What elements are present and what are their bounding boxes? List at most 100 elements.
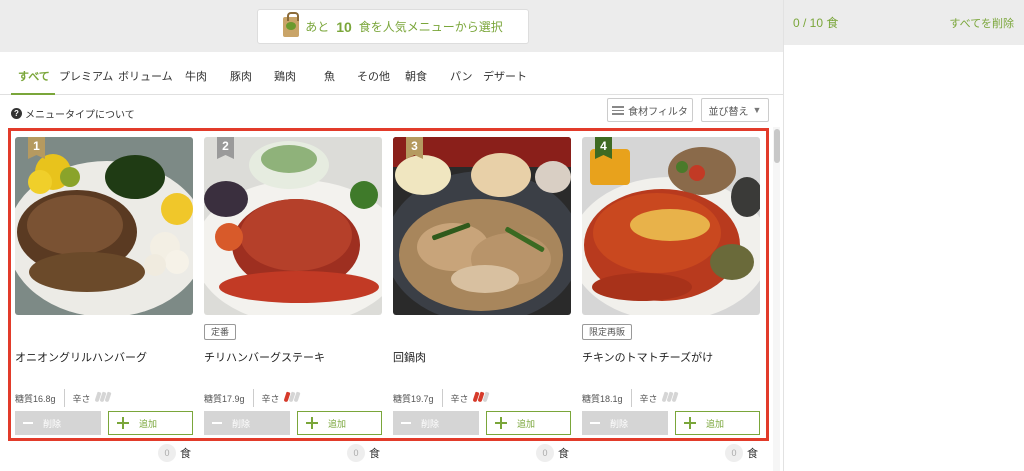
minus-icon xyxy=(590,422,600,424)
clear-all-button[interactable]: すべてを削除 xyxy=(949,15,1014,31)
spice-chili-icons xyxy=(472,391,489,404)
add-button[interactable]: 追加 xyxy=(675,411,760,435)
menu-type-help-label: メニュータイプについて xyxy=(25,110,135,121)
tab-other[interactable]: その他 xyxy=(357,68,390,84)
banner-suffix: 食を人気メニューから選択 xyxy=(358,20,503,34)
quantity-value: 0 xyxy=(536,444,554,462)
sort-label: 並び替え xyxy=(708,106,749,118)
quantity-counter: 0 食 xyxy=(158,444,191,462)
tab-breakfast[interactable]: 朝食 xyxy=(405,68,427,84)
delete-label: 削除 xyxy=(43,418,62,429)
meal-name: 回鍋肉 xyxy=(393,352,426,364)
meal-name: オニオングリルハンバーグ xyxy=(15,352,147,364)
meal-photo[interactable]: 2 xyxy=(204,137,382,315)
quantity-controls: 削除 追加 xyxy=(393,411,571,435)
delete-button[interactable]: 削除 xyxy=(393,411,479,435)
scrollbar-thumb[interactable] xyxy=(774,129,780,163)
delete-button[interactable]: 削除 xyxy=(204,411,290,435)
cart-header: 0 / 10 食 すべてを削除 xyxy=(784,0,1024,45)
add-label: 追加 xyxy=(706,418,725,429)
meal-meta: 糖質19.7g 辛さ xyxy=(393,389,571,407)
spice-label: 辛さ xyxy=(450,393,469,404)
meal-meta: 糖質17.9g 辛さ xyxy=(204,389,382,407)
cart-count: 0 / 10 食 xyxy=(793,16,839,30)
spice-label: 辛さ xyxy=(72,393,91,404)
quantity-controls: 削除 追加 xyxy=(15,411,193,435)
menu-card: 3 回鍋肉 糖質19.7g 辛さ 削除 追加 xyxy=(393,137,571,437)
menu-card: 4 限定再販 チキンのトマトチーズがけ 糖質18.1g 辛さ 削除 追加 xyxy=(582,137,760,437)
tab-bread[interactable]: パン xyxy=(450,68,473,84)
plus-icon xyxy=(684,417,696,429)
ingredient-filter-button[interactable]: 食材フィルタ xyxy=(607,98,693,122)
quantity-counter: 0 食 xyxy=(536,444,569,462)
meal-photo[interactable]: 1 xyxy=(15,137,193,315)
quantity-controls: 削除 追加 xyxy=(582,411,760,435)
plus-icon xyxy=(117,417,129,429)
menu-card: 2 定番 チリハンバーグステーキ 糖質17.9g 辛さ 削除 追加 xyxy=(204,137,382,437)
add-button[interactable]: 追加 xyxy=(486,411,571,435)
add-label: 追加 xyxy=(139,418,158,429)
delete-label: 削除 xyxy=(421,418,440,429)
grocery-bag-icon xyxy=(283,11,300,37)
tab-fish[interactable]: 魚 xyxy=(324,68,335,84)
meal-photo[interactable]: 4 xyxy=(582,137,760,315)
meal-name: チリハンバーグステーキ xyxy=(204,352,325,364)
carb-label: 糖質18.1g xyxy=(582,393,623,404)
tab-volume[interactable]: ボリューム xyxy=(118,68,173,84)
sort-select[interactable]: 並び替え ▼ xyxy=(701,98,769,122)
unit-label: 食 xyxy=(180,448,191,460)
minus-icon xyxy=(401,422,411,424)
tab-beef[interactable]: 牛肉 xyxy=(185,68,207,84)
minus-icon xyxy=(23,422,33,424)
ingredient-filter-label: 食材フィルタ xyxy=(628,106,688,118)
banner-count: 10 xyxy=(336,18,352,35)
active-tab-indicator xyxy=(11,93,55,95)
selection-banner: あと 10 食を人気メニューから選択 xyxy=(257,9,529,44)
tab-chicken[interactable]: 鶏肉 xyxy=(274,68,296,84)
spice-chili-icons xyxy=(283,391,300,404)
quantity-value: 0 xyxy=(158,444,176,462)
tab-all[interactable]: すべて xyxy=(18,68,50,84)
carb-label: 糖質16.8g xyxy=(15,393,56,404)
unit-label: 食 xyxy=(558,448,569,460)
menu-tag: 限定再販 xyxy=(582,324,633,340)
delete-button[interactable]: 削除 xyxy=(582,411,668,435)
add-button[interactable]: 追加 xyxy=(297,411,382,435)
delete-button[interactable]: 削除 xyxy=(15,411,101,435)
tab-premium[interactable]: プレミアム xyxy=(59,68,113,84)
divider xyxy=(252,389,254,407)
carb-label: 糖質19.7g xyxy=(393,393,434,404)
tab-pork[interactable]: 豚肉 xyxy=(230,68,252,84)
meal-meta: 糖質18.1g 辛さ xyxy=(582,389,760,407)
add-button[interactable]: 追加 xyxy=(108,411,193,435)
menu-type-help[interactable]: ? メニュータイプについて xyxy=(11,106,135,121)
filter-icon xyxy=(612,105,625,115)
top-bar: あと 10 食を人気メニューから選択 xyxy=(0,0,783,52)
divider xyxy=(441,389,443,407)
menu-card: 1 オニオングリルハンバーグ 糖質16.8g 辛さ 削除 追加 xyxy=(15,137,193,437)
quantity-counter: 0 食 xyxy=(725,444,758,462)
quantity-counter: 0 食 xyxy=(347,444,380,462)
tab-dessert[interactable]: デザート xyxy=(483,68,527,84)
cart-panel: 0 / 10 食 すべてを削除 xyxy=(783,0,1024,471)
add-label: 追加 xyxy=(517,418,536,429)
menu-tag: 定番 xyxy=(204,324,237,340)
chevron-down-icon: ▼ xyxy=(752,105,762,115)
meal-name: チキンのトマトチーズがけ xyxy=(582,352,714,364)
spice-chili-icons xyxy=(661,391,678,404)
quantity-value: 0 xyxy=(725,444,743,462)
quantity-value: 0 xyxy=(347,444,365,462)
divider xyxy=(630,389,632,407)
meal-photo[interactable]: 3 xyxy=(393,137,571,315)
spice-label: 辛さ xyxy=(639,393,658,404)
plus-icon xyxy=(306,417,318,429)
scrollbar-track[interactable] xyxy=(773,127,780,471)
question-icon: ? xyxy=(11,108,22,119)
delete-label: 削除 xyxy=(610,418,629,429)
carb-label: 糖質17.9g xyxy=(204,393,245,404)
delete-label: 削除 xyxy=(232,418,251,429)
unit-label: 食 xyxy=(747,448,758,460)
spice-label: 辛さ xyxy=(261,393,280,404)
meal-meta: 糖質16.8g 辛さ xyxy=(15,389,193,407)
plus-icon xyxy=(495,417,507,429)
